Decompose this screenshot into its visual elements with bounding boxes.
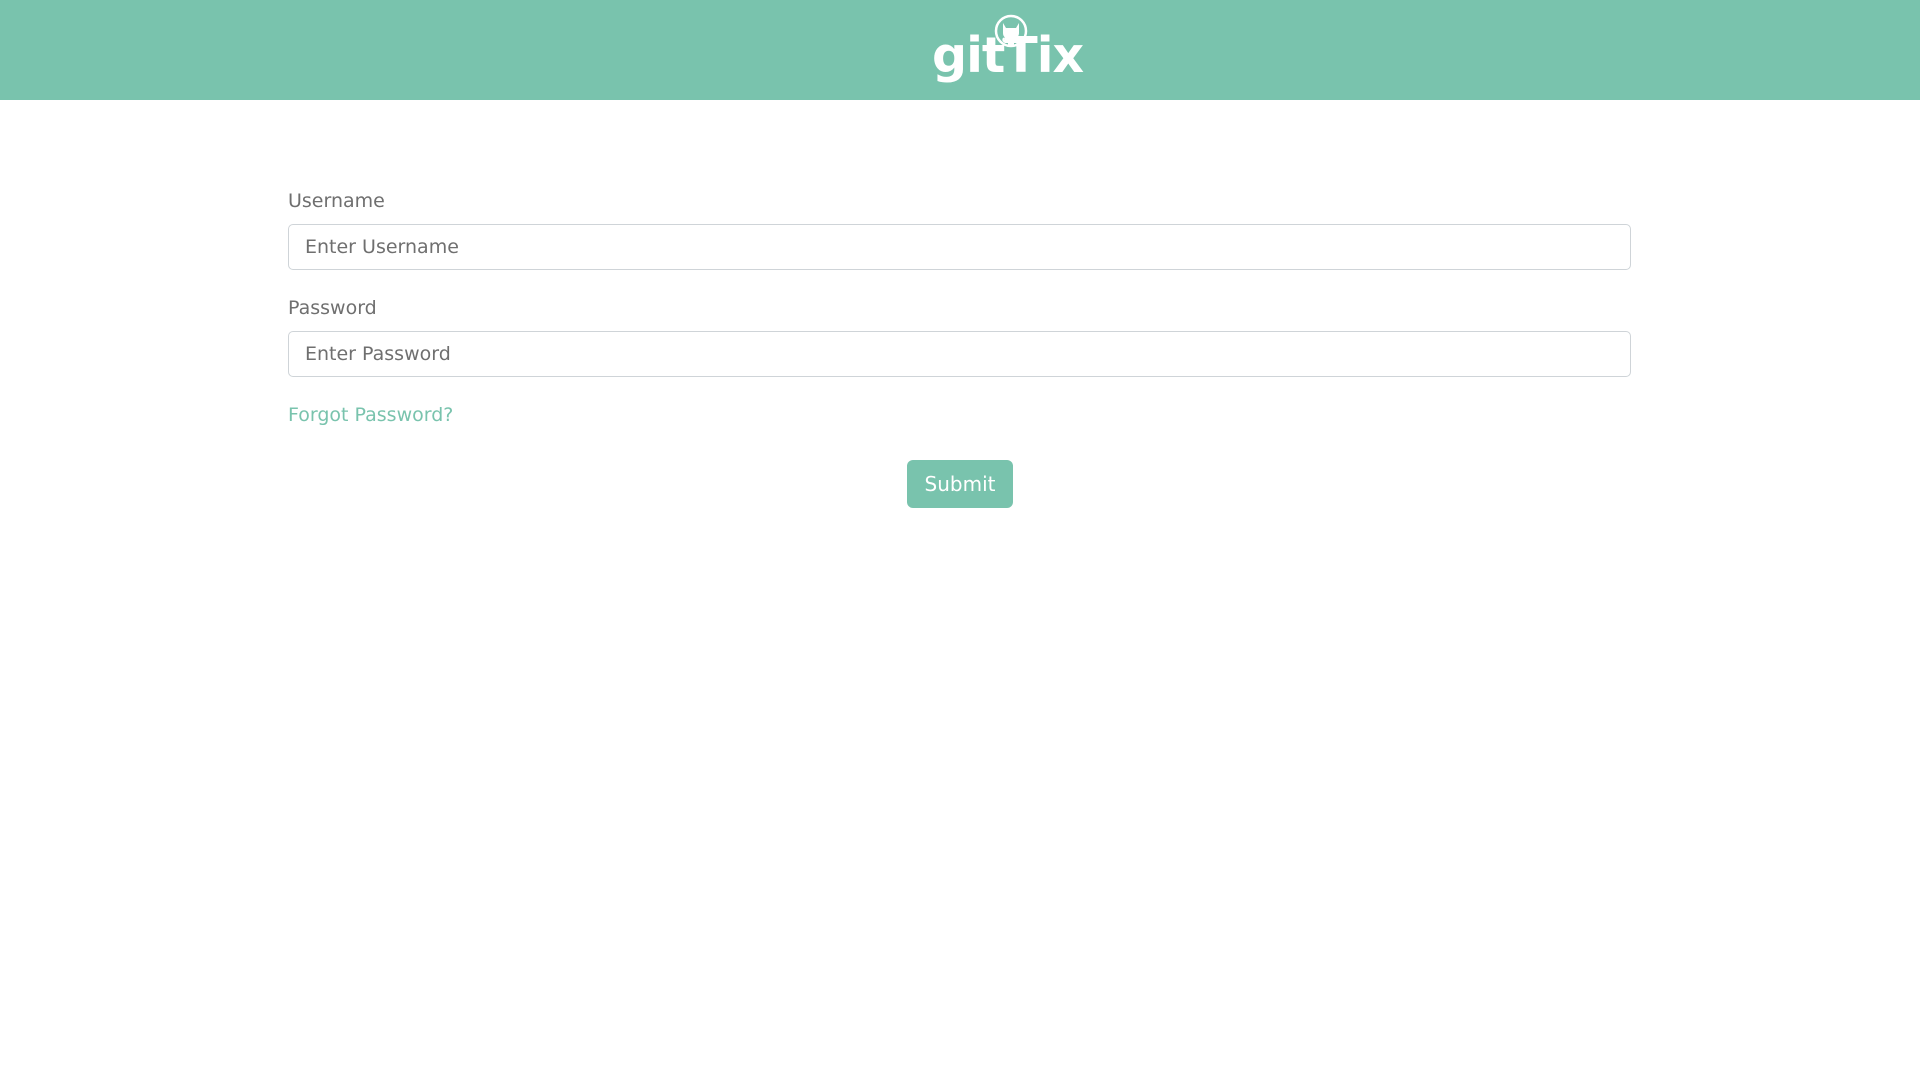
login-form: Username Password Forgot Password? Submi… bbox=[288, 0, 1633, 1080]
password-label: Password bbox=[288, 297, 377, 319]
username-input[interactable] bbox=[288, 224, 1631, 270]
username-label: Username bbox=[288, 190, 385, 212]
submit-button[interactable]: Submit bbox=[907, 460, 1013, 508]
forgot-password-link[interactable]: Forgot Password? bbox=[288, 403, 453, 427]
password-input[interactable] bbox=[288, 331, 1631, 377]
